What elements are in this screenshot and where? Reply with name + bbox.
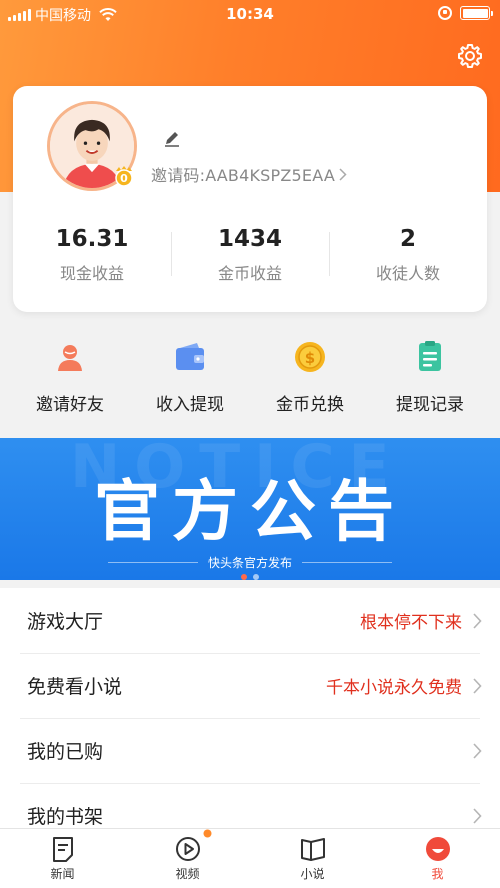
withdraw-income-button[interactable]: 收入提现	[140, 336, 240, 428]
tab-label: 小说	[300, 867, 325, 881]
invite-code: 邀请码:AAB4KSPZ5EAA	[151, 166, 335, 185]
carousel-dots	[0, 574, 500, 580]
banner-subtitle: 快头条官方发布	[207, 556, 292, 570]
chevron-right-icon	[473, 677, 482, 694]
notification-dot	[203, 829, 212, 838]
divider	[107, 562, 198, 563]
stat-value: 1434	[217, 226, 282, 252]
menu-promo-text: 根本停不下来	[360, 613, 462, 633]
menu-label: 免费看小说	[27, 676, 123, 698]
chevron-right-icon	[473, 742, 482, 759]
action-label: 收入提现	[156, 395, 224, 415]
news-icon	[52, 837, 73, 862]
status-time: 10:34	[226, 5, 274, 23]
stat-apprentice-count[interactable]: 2 收徒人数	[329, 224, 487, 284]
invite-friend-button[interactable]: 邀请好友	[20, 336, 120, 428]
tab-label: 视频	[175, 867, 200, 881]
menu-item-purchased[interactable]: 我的已购	[0, 718, 500, 783]
menu-promo-text: 千本小说永久免费	[326, 678, 462, 698]
chevron-right-icon	[473, 612, 482, 629]
invite-friend-icon	[58, 345, 82, 371]
tab-novel[interactable]: 小说	[250, 829, 375, 888]
action-label: 提现记录	[396, 395, 464, 415]
rotation-lock-icon	[438, 6, 452, 20]
chevron-right-icon	[473, 807, 482, 824]
banner-title: 官方公告	[94, 473, 406, 550]
menu-item-free-novels[interactable]: 免费看小说 千本小说永久免费	[0, 653, 500, 718]
edit-pencil-icon[interactable]	[163, 129, 181, 147]
menu-label: 游戏大厅	[27, 611, 104, 633]
status-bar: 中国移动 10:34	[0, 0, 500, 28]
stat-label: 金币收益	[217, 264, 282, 283]
settings-gear-icon[interactable]	[456, 42, 484, 70]
battery-icon	[460, 6, 493, 20]
announcement-banner[interactable]: NOTICE 官方公告 快头条官方发布	[0, 438, 500, 580]
menu-item-game-hall[interactable]: 游戏大厅 根本停不下来	[0, 588, 500, 653]
tab-me[interactable]: 我	[375, 829, 500, 888]
tab-news[interactable]: 新闻	[0, 829, 125, 888]
bottom-tab-bar: 新闻 视频 小说 我	[0, 828, 500, 888]
record-icon	[419, 341, 441, 371]
stat-value: 2	[399, 226, 416, 252]
quick-actions: 邀请好友 收入提现 $ 金币兑换 提现记录	[0, 336, 500, 428]
menu-label: 我的已购	[27, 741, 104, 763]
me-icon	[425, 837, 450, 861]
action-label: 金币兑换	[276, 395, 344, 415]
withdraw-record-button[interactable]: 提现记录	[380, 336, 480, 428]
coin-exchange-button[interactable]: $ 金币兑换	[260, 336, 360, 428]
stat-label: 收徒人数	[375, 264, 440, 283]
stat-coin-income[interactable]: 1434 金币收益	[171, 224, 329, 284]
stat-cash-income[interactable]: 16.31 现金收益	[13, 224, 171, 284]
book-icon	[300, 838, 325, 861]
carousel-dot-active[interactable]	[241, 574, 247, 580]
profile-card: 0 邀请码:AAB4KSPZ5EAA 16.31 现金收益 1434 金币收益 …	[13, 86, 487, 312]
divider	[302, 562, 392, 563]
gold-coin-icon: $	[295, 342, 325, 372]
invite-code-row[interactable]: 邀请码:AAB4KSPZ5EAA	[151, 162, 347, 186]
stat-label: 现金收益	[59, 264, 124, 283]
tab-label: 新闻	[50, 867, 75, 881]
svg-text:$: $	[305, 349, 315, 367]
stats-row: 16.31 现金收益 1434 金币收益 2 收徒人数	[13, 224, 487, 284]
wallet-icon	[176, 343, 204, 370]
tab-label: 我	[431, 867, 444, 881]
menu-list: 游戏大厅 根本停不下来 免费看小说 千本小说永久免费 我的已购 我的书架	[0, 588, 500, 828]
stat-value: 16.31	[55, 226, 129, 252]
chevron-right-icon	[339, 167, 347, 181]
action-label: 邀请好友	[36, 395, 104, 415]
tab-video[interactable]: 视频	[125, 829, 250, 888]
carousel-dot[interactable]	[253, 574, 259, 580]
level-badge-icon: 0	[115, 166, 133, 187]
video-icon	[175, 837, 200, 861]
menu-item-bookshelf[interactable]: 我的书架	[0, 783, 500, 828]
menu-label: 我的书架	[27, 806, 104, 828]
svg-text:0: 0	[120, 172, 128, 185]
